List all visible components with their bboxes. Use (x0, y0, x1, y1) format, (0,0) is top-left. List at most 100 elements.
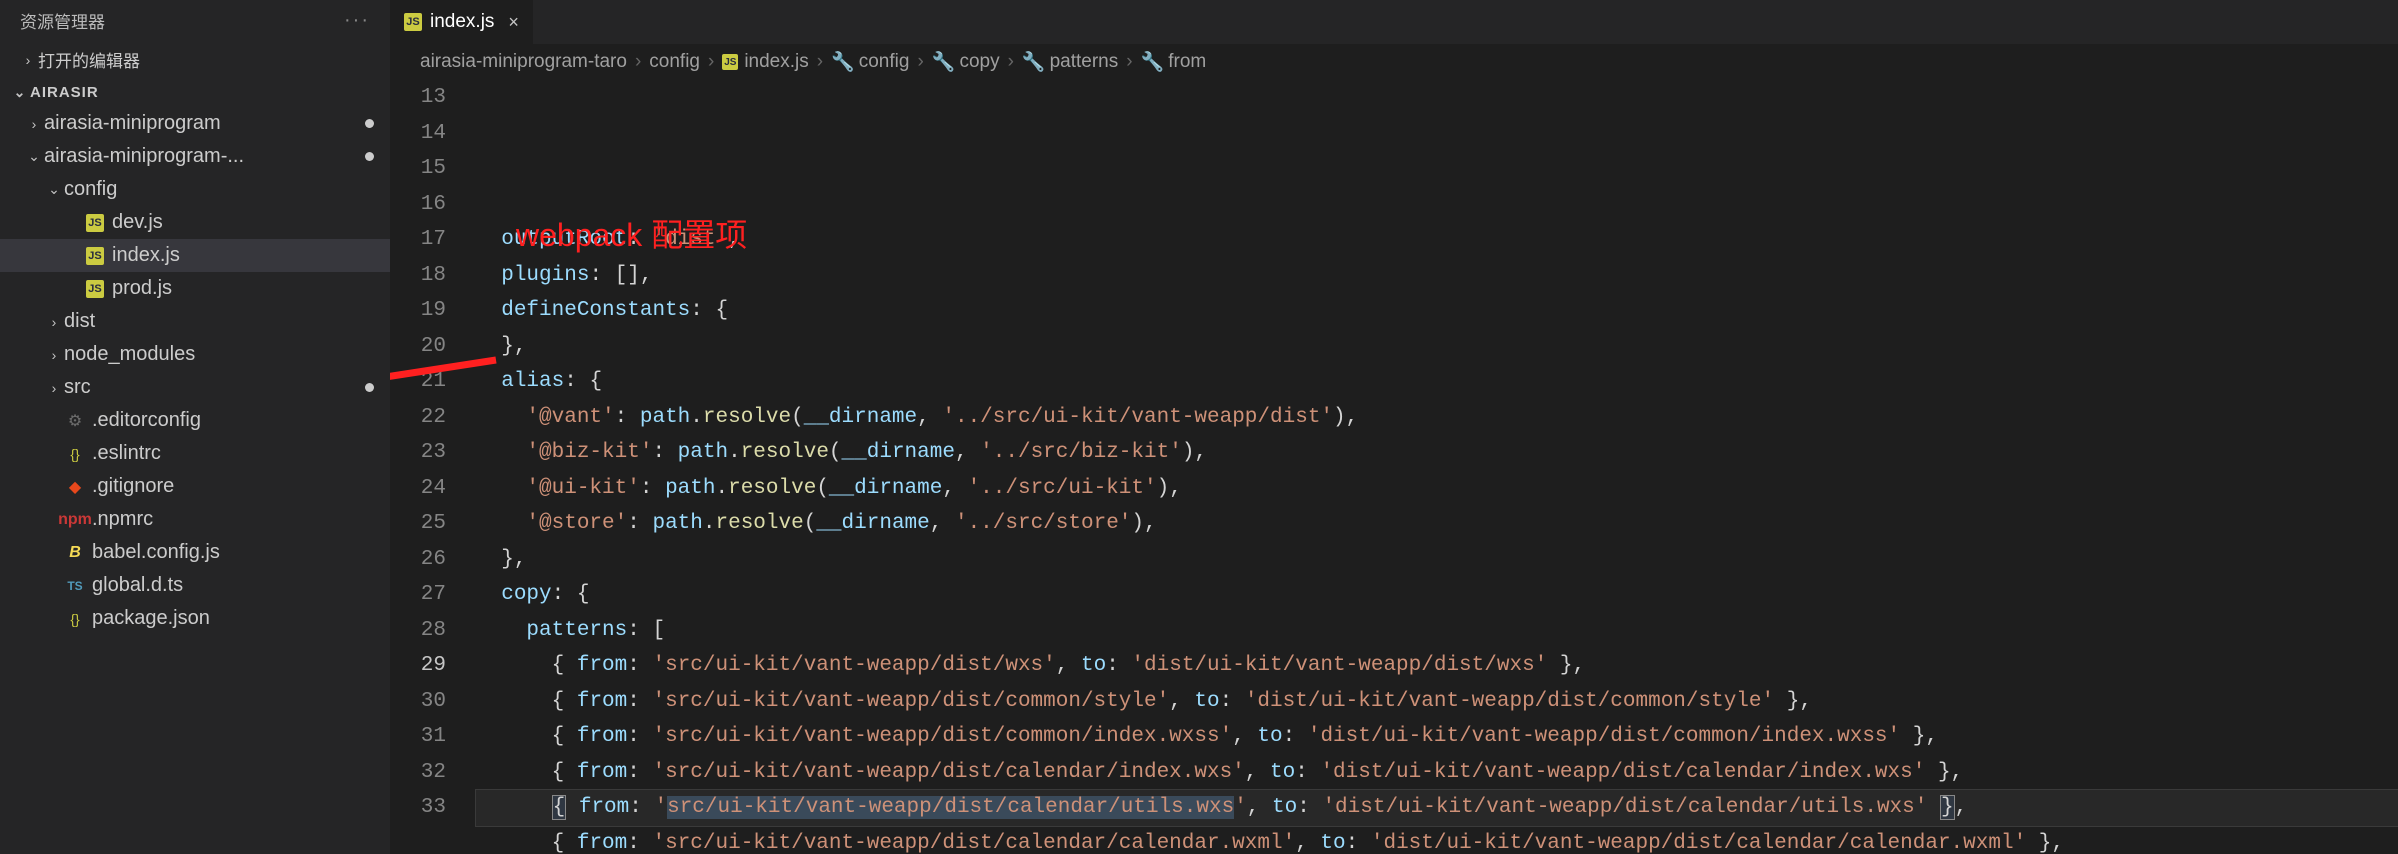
breadcrumb-separator-icon: › (1008, 51, 1014, 73)
code-line[interactable]: '@vant': path.resolve(__dirname, '../src… (476, 400, 2398, 436)
line-number: 29 (390, 648, 446, 684)
line-number: 30 (390, 684, 446, 720)
chevron-icon: ⌄ (46, 181, 62, 198)
line-number: 13 (390, 80, 446, 116)
opened-editors-section[interactable]: › 打开的编辑器 (0, 41, 390, 78)
tree-item-label: .eslintrc (92, 442, 161, 465)
breadcrumb-segment[interactable]: JSindex.js (722, 51, 808, 73)
code-line[interactable]: outputRoot: 'dist', (476, 222, 2398, 258)
breadcrumb-segment[interactable]: 🔧copy (932, 50, 1000, 74)
code-line[interactable]: { from: 'src/ui-kit/vant-weapp/dist/cale… (476, 826, 2398, 854)
line-number: 17 (390, 222, 446, 258)
code-line[interactable]: { from: 'src/ui-kit/vant-weapp/dist/cale… (476, 755, 2398, 791)
breadcrumb-segment[interactable]: airasia-miniprogram-taro (420, 51, 627, 73)
breadcrumb-segment[interactable]: 🔧from (1141, 50, 1207, 74)
code-content[interactable]: webpack 配置项 outputRoot: 'dist', plugins:… (476, 80, 2398, 854)
breadcrumb-separator-icon: › (917, 51, 923, 73)
code-line[interactable]: { from: 'src/ui-kit/vant-weapp/dist/comm… (476, 684, 2398, 720)
modified-indicator (365, 383, 374, 392)
close-tab-icon[interactable]: × (508, 12, 519, 33)
line-number: 20 (390, 329, 446, 365)
line-number: 31 (390, 719, 446, 755)
tree-item-label: package.json (92, 607, 210, 630)
tree-item-label: src (64, 376, 91, 399)
npm-icon: npm (58, 511, 92, 529)
file-item[interactable]: ◆.gitignore (0, 470, 390, 503)
json-file-icon: {} (70, 611, 79, 627)
chevron-icon: › (26, 116, 42, 132)
code-line[interactable]: { from: 'src/ui-kit/vant-weapp/dist/wxs'… (476, 648, 2398, 684)
folder-item[interactable]: ›node_modules (0, 338, 390, 371)
js-file-icon: JS (86, 214, 104, 232)
tree-item-label: global.d.ts (92, 574, 183, 597)
project-section-header[interactable]: ⌄ AIRASIR (0, 78, 390, 107)
breadcrumb-segment[interactable]: config (649, 51, 700, 73)
folder-item[interactable]: ⌄airasia-miniprogram-... (0, 140, 390, 173)
breadcrumb[interactable]: airasia-miniprogram-taro › config › JSindex.… (390, 44, 2398, 80)
folder-item[interactable]: ›src (0, 371, 390, 404)
line-number: 25 (390, 506, 446, 542)
code-line[interactable]: alias: { (476, 364, 2398, 400)
wrench-icon: 🔧 (1141, 50, 1165, 74)
folder-item[interactable]: ⌄config (0, 173, 390, 206)
js-file-icon: JS (86, 280, 104, 298)
json-file-icon: {} (70, 446, 79, 462)
code-editor[interactable]: 1314151617181920212223242526272829303132… (390, 80, 2398, 854)
tree-item-label: index.js (112, 244, 180, 267)
modified-indicator (365, 152, 374, 161)
explorer-header: 资源管理器 ··· (0, 0, 390, 41)
code-line[interactable]: '@ui-kit': path.resolve(__dirname, '../s… (476, 471, 2398, 507)
tree-item-label: config (64, 178, 117, 201)
code-line[interactable]: plugins: [], (476, 258, 2398, 294)
line-number: 19 (390, 293, 446, 329)
breadcrumb-separator-icon: › (635, 51, 641, 73)
tab-label: index.js (430, 11, 494, 33)
chevron-icon: › (46, 380, 62, 396)
explorer-title: 资源管理器 (20, 8, 105, 33)
file-item[interactable]: JS dev.js (0, 206, 390, 239)
code-line[interactable]: copy: { (476, 577, 2398, 613)
line-number: 18 (390, 258, 446, 294)
breadcrumb-segment[interactable]: 🔧config (831, 50, 909, 74)
code-line[interactable]: '@biz-kit': path.resolve(__dirname, '../… (476, 435, 2398, 471)
file-item[interactable]: Bbabel.config.js (0, 536, 390, 569)
line-number: 23 (390, 435, 446, 471)
line-number: 21 (390, 364, 446, 400)
code-line[interactable]: '@store': path.resolve(__dirname, '../sr… (476, 506, 2398, 542)
tab-index-js[interactable]: JS index.js × (390, 0, 534, 44)
chevron-icon: › (46, 314, 62, 330)
code-line[interactable]: { from: 'src/ui-kit/vant-weapp/dist/cale… (476, 790, 2398, 826)
file-tree: ›airasia-miniprogram⌄airasia-miniprogram… (0, 107, 390, 635)
chevron-down-icon: ⌄ (12, 84, 28, 101)
babel-icon: B (69, 544, 81, 562)
file-item[interactable]: {} .eslintrc (0, 437, 390, 470)
line-number: 15 (390, 151, 446, 187)
js-file-icon: JS (86, 247, 104, 265)
tree-item-label: dist (64, 310, 95, 333)
explorer-sidebar: 资源管理器 ··· › 打开的编辑器 ⌄ AIRASIR ›airasia-mi… (0, 0, 390, 854)
file-item[interactable]: TS global.d.ts (0, 569, 390, 602)
file-item[interactable]: JS index.js (0, 239, 390, 272)
file-item[interactable]: JSprod.js (0, 272, 390, 305)
line-number: 33 (390, 790, 446, 826)
code-line[interactable]: patterns: [ (476, 613, 2398, 649)
file-item[interactable]: ⚙.editorconfig (0, 404, 390, 437)
folder-item[interactable]: ›dist (0, 305, 390, 338)
more-actions-icon[interactable]: ··· (344, 9, 370, 32)
breadcrumb-segment[interactable]: 🔧patterns (1022, 50, 1118, 74)
tree-item-label: node_modules (64, 343, 195, 366)
breadcrumb-separator-icon: › (817, 51, 823, 73)
file-item[interactable]: {} package.json (0, 602, 390, 635)
git-icon: ◆ (69, 477, 81, 497)
file-item[interactable]: npm.npmrc (0, 503, 390, 536)
line-number: 32 (390, 755, 446, 791)
ts-file-icon: TS (67, 579, 82, 593)
code-line[interactable]: defineConstants: { (476, 293, 2398, 329)
folder-item[interactable]: ›airasia-miniprogram (0, 107, 390, 140)
code-line[interactable]: }, (476, 542, 2398, 578)
chevron-icon: › (46, 347, 62, 363)
tree-item-label: dev.js (112, 211, 163, 234)
code-line[interactable]: }, (476, 329, 2398, 365)
line-number: 26 (390, 542, 446, 578)
code-line[interactable]: { from: 'src/ui-kit/vant-weapp/dist/comm… (476, 719, 2398, 755)
